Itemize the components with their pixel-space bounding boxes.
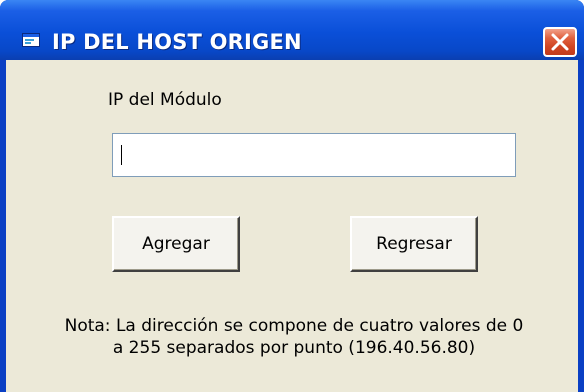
regresar-button[interactable]: Regresar [350, 216, 478, 272]
agregar-button-label: Agregar [142, 234, 210, 254]
note-text: Nota: La dirección se compone de cuatro … [20, 315, 568, 359]
ip-input[interactable] [112, 133, 516, 177]
regresar-button-label: Regresar [376, 234, 452, 254]
close-icon [551, 33, 569, 51]
title-bar[interactable]: IP DEL HOST ORIGEN [0, 0, 584, 60]
note-line-2: a 255 separados por punto (196.40.56.80) [112, 338, 476, 358]
dialog-window: IP DEL HOST ORIGEN IP del Módulo Agregar… [0, 0, 584, 392]
agregar-button[interactable]: Agregar [112, 216, 240, 272]
form-window-icon [22, 33, 40, 47]
text-caret [121, 145, 122, 165]
close-button[interactable] [543, 27, 577, 57]
window-title: IP DEL HOST ORIGEN [52, 30, 302, 54]
ip-label: IP del Módulo [108, 90, 222, 110]
note-line-1: Nota: La dirección se compone de cuatro … [64, 316, 524, 336]
dialog-client-area: IP del Módulo Agregar Regresar Nota: La … [6, 60, 578, 392]
